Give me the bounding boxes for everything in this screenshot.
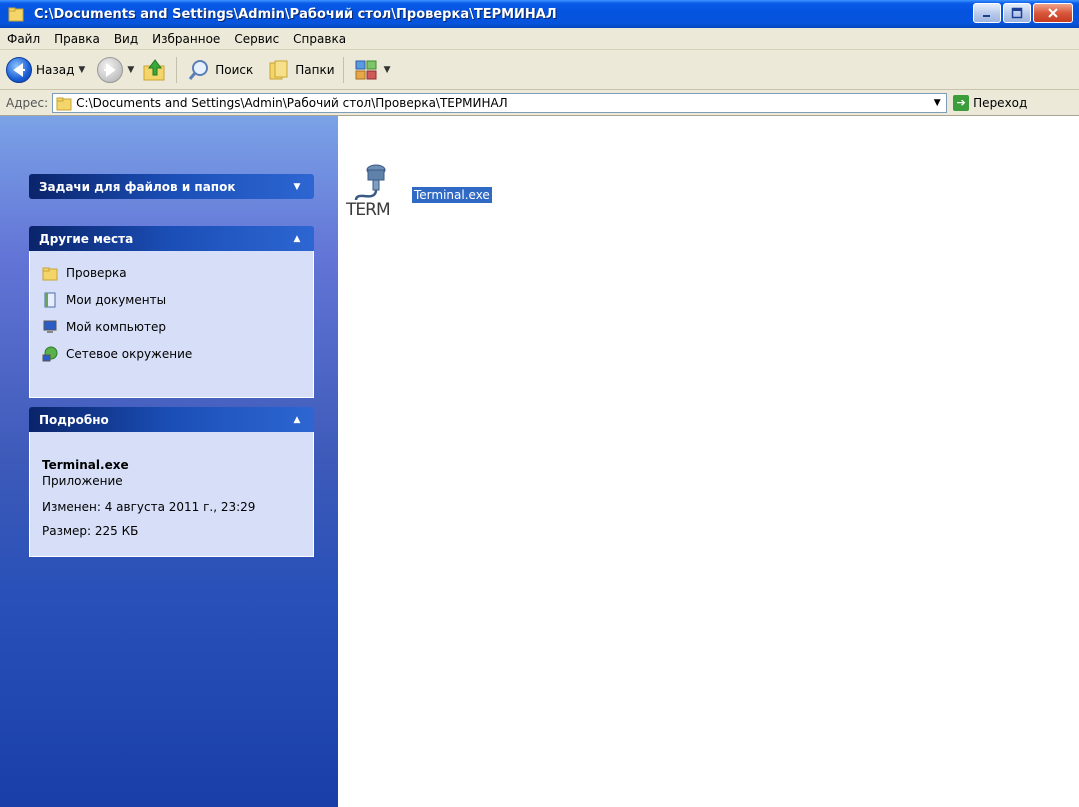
menu-bar: Файл Правка Вид Избранное Сервис Справка (0, 28, 1079, 50)
file-name-label: Terminal.exe (412, 187, 492, 203)
chevron-down-icon[interactable]: ▼ (78, 65, 85, 75)
details-file-type: Приложение (42, 474, 123, 488)
menu-file[interactable]: Файл (0, 32, 47, 46)
views-icon (355, 60, 377, 79)
other-places-panel: Другие места ▲ Проверка Мои документы Мо… (29, 226, 314, 398)
folders-label: Папки (295, 62, 335, 77)
place-label: Мой компьютер (66, 319, 166, 334)
place-item-my-documents[interactable]: Мои документы (42, 286, 301, 313)
forward-arrow-icon (97, 56, 124, 83)
search-icon (189, 59, 209, 80)
details-file-name: Terminal.exe (42, 458, 129, 472)
chevron-down-icon[interactable]: ▼ (127, 65, 134, 75)
back-arrow-icon (6, 56, 32, 83)
computer-icon (42, 319, 58, 335)
folder-icon (56, 97, 72, 110)
place-label: Проверка (66, 265, 127, 280)
back-button[interactable]: Назад ▼ (6, 56, 85, 83)
chevron-up-icon[interactable]: ▲ (290, 413, 304, 427)
address-bar: Адрес: C:\Documents and Settings\Admin\Р… (0, 90, 1079, 116)
menu-tools[interactable]: Сервис (227, 32, 286, 46)
minimize-button[interactable] (973, 3, 1001, 23)
up-folder-icon (143, 58, 165, 80)
address-dropdown-icon[interactable]: ▼ (928, 94, 946, 112)
menu-help[interactable]: Справка (286, 32, 353, 46)
minimize-icon (983, 15, 990, 17)
go-arrow-icon: ➔ (953, 94, 970, 111)
toolbar-separator (176, 56, 178, 83)
other-places-body: Проверка Мои документы Мой компьютер Сет… (29, 251, 314, 398)
go-label: Переход (973, 95, 1028, 110)
window-controls (973, 3, 1073, 23)
toolbar: Назад ▼ ▼ Поиск Папки ▼ (0, 50, 1079, 90)
address-value: C:\Documents and Settings\Admin\Рабочий … (76, 95, 508, 110)
other-places-header[interactable]: Другие места ▲ (29, 226, 314, 251)
address-label: Адрес: (6, 95, 49, 110)
place-item-network[interactable]: Сетевое окружение (42, 340, 301, 367)
window-title: C:\Documents and Settings\Admin\Рабочий … (34, 6, 557, 22)
network-icon (42, 346, 58, 362)
toolbar-separator (342, 56, 344, 83)
file-tasks-title: Задачи для файлов и папок (39, 179, 236, 194)
close-icon (1048, 8, 1058, 18)
documents-icon (42, 292, 58, 308)
place-item-proverka[interactable]: Проверка (42, 259, 301, 286)
maximize-button[interactable] (1003, 3, 1031, 23)
chevron-down-icon[interactable]: ▼ (290, 180, 304, 194)
chevron-down-icon[interactable]: ▼ (384, 65, 391, 75)
title-bar[interactable]: C:\Documents and Settings\Admin\Рабочий … (0, 0, 1079, 28)
folder-icon (8, 6, 24, 22)
details-title: Подробно (39, 412, 109, 427)
file-tasks-header[interactable]: Задачи для файлов и папок ▼ (29, 174, 314, 199)
back-label: Назад (36, 62, 75, 77)
views-button[interactable]: ▼ (354, 58, 391, 82)
folders-button[interactable]: Папки (267, 58, 335, 82)
place-item-my-computer[interactable]: Мой компьютер (42, 313, 301, 340)
details-body: Terminal.exe Приложение Изменен: 4 авгус… (29, 432, 314, 557)
place-label: Сетевое окружение (66, 346, 193, 361)
folders-icon (269, 60, 288, 79)
task-pane: Задачи для файлов и папок ▼ Другие места… (0, 116, 338, 807)
details-modified: Изменен: 4 августа 2011 г., 23:29 (42, 500, 256, 514)
go-button[interactable]: ➔ Переход (953, 94, 1028, 111)
folder-icon (42, 265, 58, 281)
menu-view[interactable]: Вид (107, 32, 145, 46)
other-places-title: Другие места (39, 231, 134, 246)
menu-favorites[interactable]: Избранное (145, 32, 227, 46)
search-button[interactable]: Поиск (187, 58, 253, 82)
search-label: Поиск (215, 62, 254, 77)
file-item-terminal[interactable]: TERM Terminal.exe (346, 162, 492, 228)
close-button[interactable] (1033, 3, 1073, 23)
file-tasks-panel: Задачи для файлов и папок ▼ (29, 174, 314, 199)
details-header[interactable]: Подробно ▲ (29, 407, 314, 432)
terminal-icon-text: TERM (346, 200, 391, 220)
details-size: Размер: 225 КБ (42, 524, 139, 538)
menu-edit[interactable]: Правка (47, 32, 107, 46)
place-label: Мои документы (66, 292, 167, 307)
chevron-up-icon[interactable]: ▲ (290, 232, 304, 246)
address-input[interactable]: C:\Documents and Settings\Admin\Рабочий … (52, 92, 948, 113)
up-folder-button[interactable] (142, 57, 168, 83)
forward-button[interactable]: ▼ (97, 56, 134, 83)
details-panel: Подробно ▲ Terminal.exe Приложение Измен… (29, 407, 314, 557)
file-list-area[interactable]: TERM Terminal.exe (338, 116, 1079, 807)
maximize-icon (1011, 7, 1023, 19)
terminal-app-icon: TERM (346, 162, 402, 228)
